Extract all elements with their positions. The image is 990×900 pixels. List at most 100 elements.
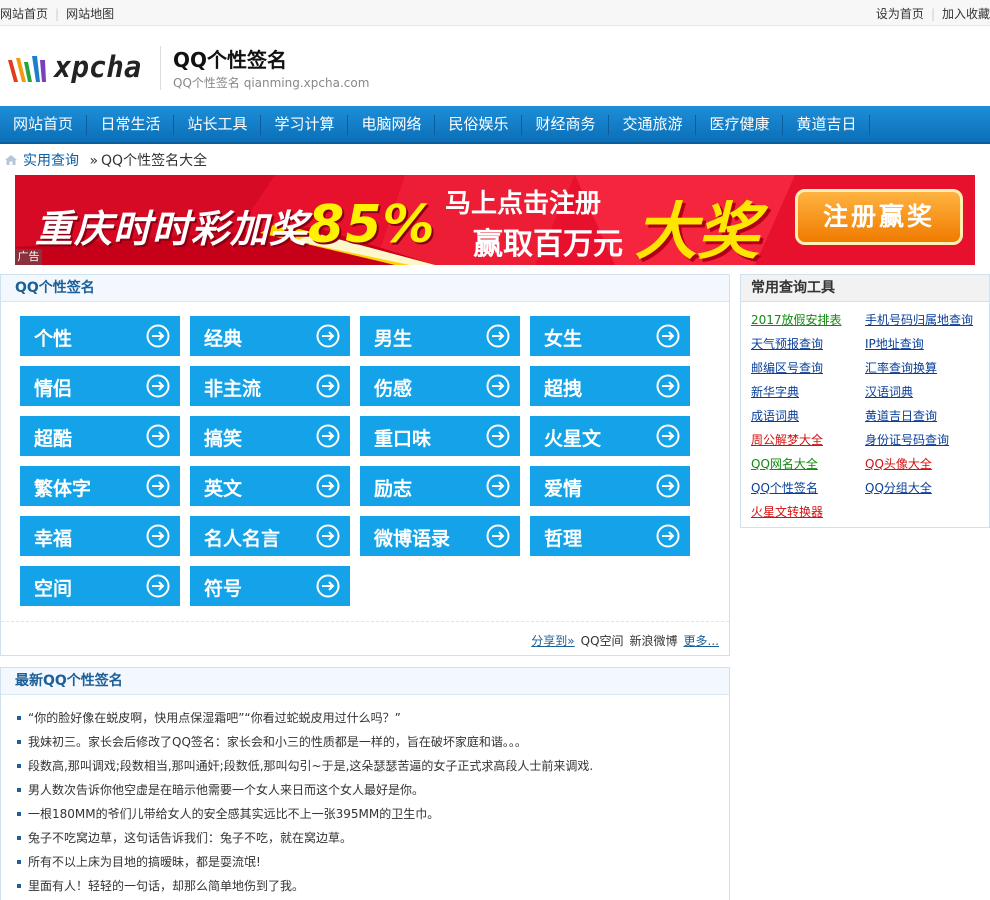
tool-link[interactable]: 新华字典 — [751, 383, 799, 400]
category-label: 名人名言 — [204, 528, 281, 550]
signature-text: 段数高,那叫调戏;段数相当,那叫通奸;段数低,那叫勾引~于是,这朵瑟瑟苦逼的女子… — [28, 759, 594, 773]
share-more-link[interactable]: 更多... — [684, 634, 719, 648]
site-header: xpcha QQ个性签名 QQ个性签名 qianming.xpcha.com — [0, 26, 990, 106]
share-row: 分享到» QQ空间 新浪微博 更多... — [525, 632, 719, 649]
header-divider — [160, 46, 161, 90]
arrow-right-circle-icon — [316, 324, 340, 348]
list-item[interactable]: 我妹初三。家长会后修改了QQ签名：家长会和小三的性质都是一样的，旨在破坏家庭和谐… — [17, 733, 527, 750]
signature-text: 里面有人！轻轻的一句话，却那么简单地伤到了我。 — [28, 879, 305, 893]
share-qzone-link[interactable]: QQ空间 — [581, 634, 624, 648]
set-home-link[interactable]: 设为首页 — [876, 7, 924, 21]
tool-link[interactable]: 天气预报查询 — [751, 335, 823, 352]
arrow-right-circle-icon — [656, 324, 680, 348]
tool-link[interactable]: QQ网名大全 — [751, 455, 818, 472]
category-button[interactable]: 哲理 — [530, 516, 690, 556]
list-item[interactable]: 所有不以上床为目地的搞暧昧，都是耍流氓! — [17, 853, 261, 870]
list-item[interactable]: 段数高,那叫调戏;段数相当,那叫通奸;段数低,那叫勾引~于是,这朵瑟瑟苦逼的女子… — [17, 757, 593, 774]
tool-link[interactable]: 周公解梦大全 — [751, 431, 823, 448]
arrow-right-circle-icon — [146, 374, 170, 398]
category-button[interactable]: 微博语录 — [360, 516, 520, 556]
category-button[interactable]: 符号 — [190, 566, 350, 606]
category-button[interactable]: 经典 — [190, 316, 350, 356]
tool-link[interactable]: 邮编区号查询 — [751, 359, 823, 376]
category-button[interactable]: 繁体字 — [20, 466, 180, 506]
signature-text: 兔子不吃窝边草，这句话告诉我们：兔子不吃，就在窝边草。 — [28, 831, 353, 845]
category-button[interactable]: 空间 — [20, 566, 180, 606]
category-label: 男生 — [374, 328, 413, 350]
arrow-right-circle-icon — [316, 424, 340, 448]
nav-item-computer[interactable]: 电脑网络 — [349, 106, 434, 142]
tool-link[interactable]: 成语词典 — [751, 407, 799, 424]
ad-banner[interactable]: 重庆时时彩加奖85% 马上点击注册 赢取百万元 大奖 注册赢奖 广告 — [15, 175, 975, 265]
arrow-right-circle-icon — [486, 324, 510, 348]
tool-link[interactable]: QQ分组大全 — [865, 479, 932, 496]
breadcrumb-root-link[interactable]: 实用查询 — [23, 153, 79, 169]
list-item[interactable]: 里面有人！轻轻的一句话，却那么简单地伤到了我。 — [17, 877, 304, 894]
category-label: 超拽 — [544, 378, 583, 400]
nav-item-webmaster-tools[interactable]: 站长工具 — [175, 106, 260, 142]
nav-item-almanac[interactable]: 黄道吉日 — [784, 106, 869, 142]
categories-box: QQ个性签名 个性 经典 男生 女生 情侣 非主流 伤感 超拽 超酷 搞笑 重口… — [0, 274, 730, 656]
categories-title: QQ个性签名 — [1, 275, 729, 302]
category-button[interactable]: 男生 — [360, 316, 520, 356]
ad-tag: 广告 — [15, 249, 42, 265]
category-button[interactable]: 超拽 — [530, 366, 690, 406]
tool-link[interactable]: 手机号码归属地查询 — [865, 311, 973, 328]
tool-link[interactable]: 火星文转换器 — [751, 503, 823, 520]
category-button[interactable]: 超酷 — [20, 416, 180, 456]
main-nav: 网站首页 日常生活 站长工具 学习计算 电脑网络 民俗娱乐 财经商务 交通旅游 … — [0, 106, 990, 144]
category-button[interactable]: 非主流 — [190, 366, 350, 406]
list-item[interactable]: 男人数次告诉你他空虚是在暗示他需要一个女人来日而这个女人最好是你。 — [17, 781, 424, 798]
tool-link[interactable]: 汉语词典 — [865, 383, 913, 400]
category-button[interactable]: 爱情 — [530, 466, 690, 506]
category-label: 情侣 — [34, 378, 73, 400]
tool-link[interactable]: 黄道吉日查询 — [865, 407, 937, 424]
tool-link[interactable]: QQ个性签名 — [751, 479, 818, 496]
nav-item-health[interactable]: 医疗健康 — [697, 106, 782, 142]
category-button[interactable]: 女生 — [530, 316, 690, 356]
top-sitemap-link[interactable]: 网站地图 — [66, 7, 114, 21]
tool-link[interactable]: 2017放假安排表 — [751, 311, 842, 328]
nav-item-finance[interactable]: 财经商务 — [523, 106, 608, 142]
nav-item-home[interactable]: 网站首页 — [0, 106, 86, 142]
tools-sidebar: 常用查询工具 2017放假安排表 手机号码归属地查询 天气预报查询 IP地址查询… — [740, 274, 990, 528]
category-label: 重口味 — [374, 428, 432, 450]
tool-link[interactable]: 身份证号码查询 — [865, 431, 949, 448]
category-button[interactable]: 英文 — [190, 466, 350, 506]
ad-register-button[interactable]: 注册赢奖 — [795, 189, 963, 245]
bullet-icon — [17, 740, 21, 744]
share-to-link[interactable]: 分享到» — [531, 634, 574, 648]
arrow-right-circle-icon — [146, 424, 170, 448]
category-button[interactable]: 励志 — [360, 466, 520, 506]
site-logo[interactable]: xpcha — [6, 46, 141, 92]
list-item[interactable]: 一根180MM的爷们儿带给女人的安全感其实远比不上一张395MM的卫生巾。 — [17, 805, 439, 822]
bullet-icon — [17, 860, 21, 864]
tool-link[interactable]: 汇率查询换算 — [865, 359, 937, 376]
bullet-icon — [17, 716, 21, 720]
share-bar: 分享到» QQ空间 新浪微博 更多... — [1, 621, 729, 657]
share-weibo-link[interactable]: 新浪微博 — [630, 634, 678, 648]
ad-percent: 85% — [308, 195, 436, 255]
nav-item-folk[interactable]: 民俗娱乐 — [436, 106, 521, 142]
list-item[interactable]: “你的脸好像在蜕皮啊，快用点保湿霜吧”“你看过蛇蜕皮用过什么吗？” — [17, 709, 401, 726]
tool-link[interactable]: IP地址查询 — [865, 335, 924, 352]
category-button[interactable]: 情侣 — [20, 366, 180, 406]
category-label: 繁体字 — [34, 478, 92, 500]
category-button[interactable]: 幸福 — [20, 516, 180, 556]
nav-item-daily-life[interactable]: 日常生活 — [88, 106, 173, 142]
category-button[interactable]: 个性 — [20, 316, 180, 356]
top-home-link[interactable]: 网站首页 — [0, 7, 48, 21]
category-button[interactable]: 名人名言 — [190, 516, 350, 556]
category-button[interactable]: 伤感 — [360, 366, 520, 406]
bullet-icon — [17, 788, 21, 792]
nav-item-travel[interactable]: 交通旅游 — [610, 106, 695, 142]
bullet-icon — [17, 812, 21, 816]
add-favorite-link[interactable]: 加入收藏 — [942, 7, 990, 21]
tool-link[interactable]: QQ头像大全 — [865, 455, 932, 472]
nav-item-study[interactable]: 学习计算 — [262, 106, 347, 142]
category-button[interactable]: 重口味 — [360, 416, 520, 456]
list-item[interactable]: 兔子不吃窝边草，这句话告诉我们：兔子不吃，就在窝边草。 — [17, 829, 352, 846]
category-button[interactable]: 火星文 — [530, 416, 690, 456]
ad-headline-text: 重庆时时彩加奖 — [35, 207, 309, 251]
category-button[interactable]: 搞笑 — [190, 416, 350, 456]
